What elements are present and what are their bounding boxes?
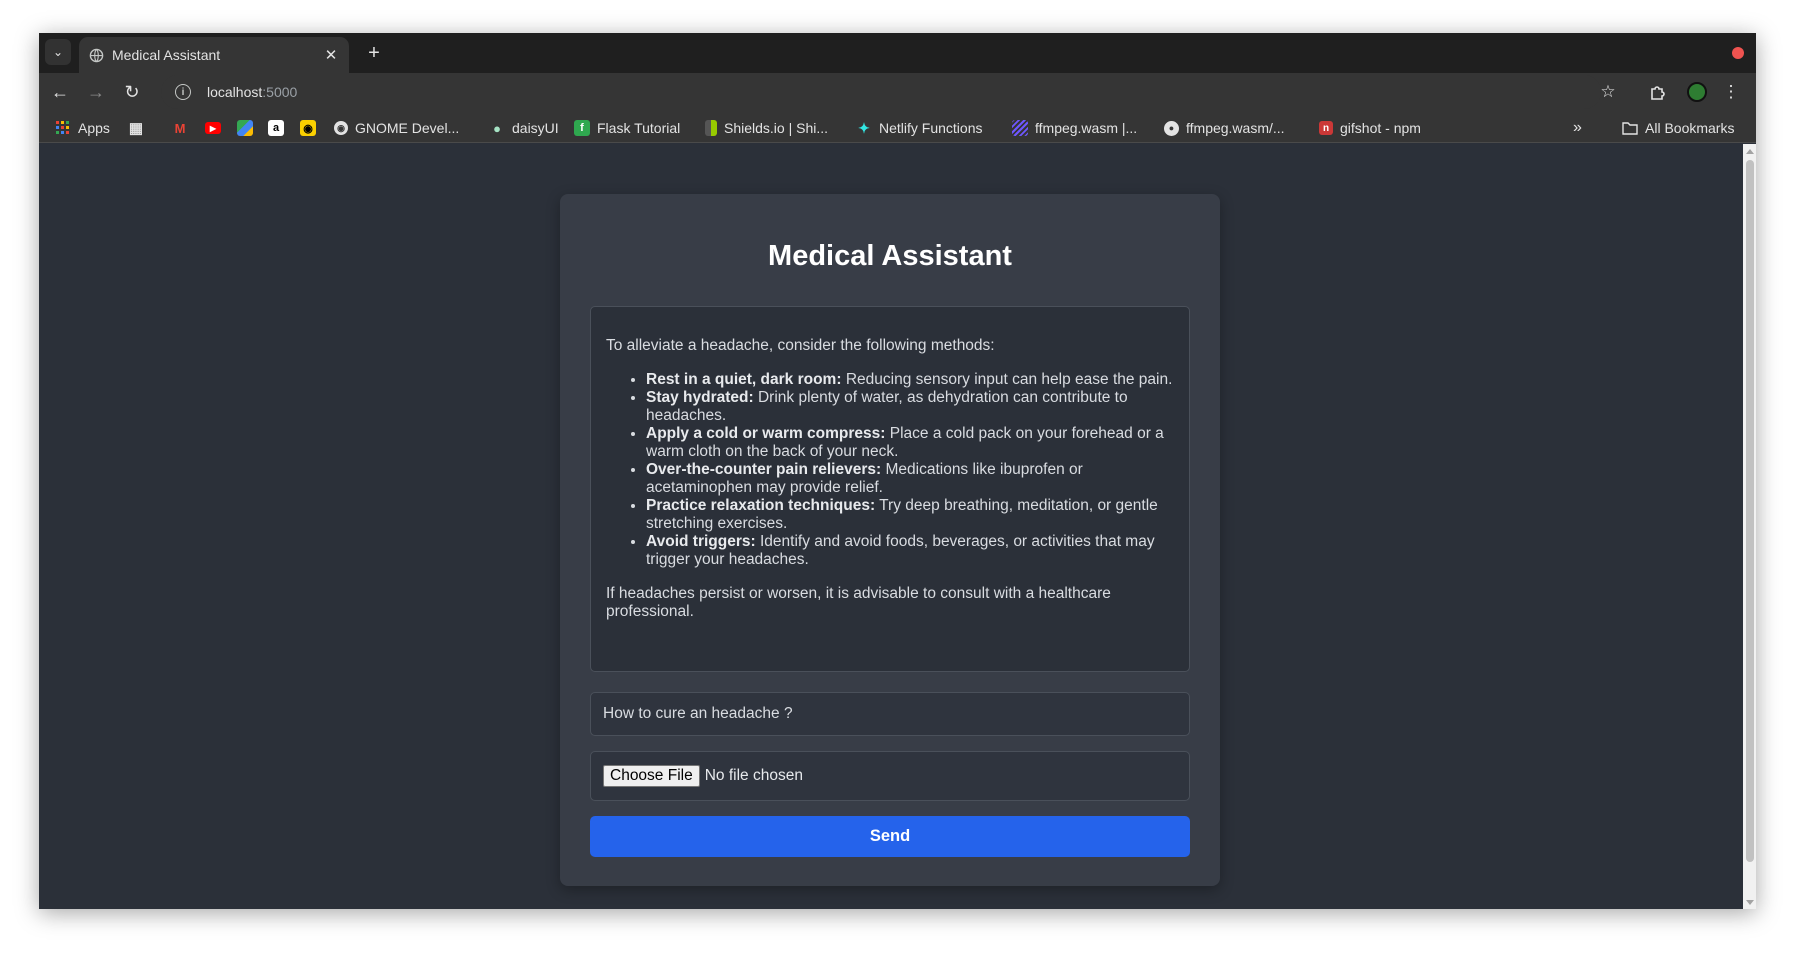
close-tab-icon[interactable]: ✕: [323, 46, 339, 64]
list-item: Apply a cold or warm compress: Place a c…: [646, 425, 1175, 461]
bookmark-flask[interactable]: f Flask Tutorial: [574, 117, 680, 139]
chat-card: Medical Assistant To alleviate a headach…: [560, 194, 1220, 886]
list-item: Over-the-counter pain relievers: Medicat…: [646, 461, 1175, 497]
forward-icon[interactable]: →: [81, 77, 111, 107]
back-icon[interactable]: ←: [45, 77, 75, 107]
choose-file-button[interactable]: Choose File: [603, 765, 700, 787]
list-item: Avoid triggers: Identify and avoid foods…: [646, 533, 1175, 569]
list-item-title: Rest in a quiet, dark room:: [646, 371, 842, 388]
response-list: Rest in a quiet, dark room: Reducing sen…: [631, 371, 1175, 569]
extensions-icon[interactable]: [1643, 77, 1673, 107]
scroll-up-arrow-icon[interactable]: [1746, 149, 1754, 154]
list-item-title: Apply a cold or warm compress:: [646, 425, 886, 442]
list-item: Practice relaxation techniques: Try deep…: [646, 497, 1175, 533]
all-bookmarks-label: All Bookmarks: [1645, 120, 1735, 136]
address-bar[interactable]: i localhost:5000: [161, 75, 1601, 109]
bookmark-apps[interactable]: Apps: [55, 117, 110, 139]
flask-icon: f: [574, 120, 590, 136]
bookmark-shields[interactable]: Shields.io | Shi...: [705, 117, 828, 139]
bookmark-daisyui[interactable]: ● daisyUI: [489, 117, 559, 139]
response-outro: If headaches persist or worsen, it is ad…: [606, 585, 1111, 620]
list-item: Stay hydrated: Drink plenty of water, as…: [646, 389, 1175, 425]
scroll-thumb[interactable]: [1746, 160, 1754, 862]
file-status: No file chosen: [704, 767, 803, 784]
gmail-icon: M: [174, 120, 186, 136]
bookmark-label: Flask Tutorial: [597, 120, 681, 136]
list-item: Rest in a quiet, dark room: Reducing sen…: [646, 371, 1175, 389]
amazon-icon: a: [268, 120, 284, 136]
file-upload-field: Choose File No file chosen: [590, 751, 1190, 801]
github-icon: ●: [1164, 120, 1179, 136]
page-title: Medical Assistant: [768, 240, 1012, 272]
bookmark-gnome[interactable]: ◉ GNOME Devel...: [334, 117, 459, 139]
bookmark-app[interactable]: ◉: [300, 117, 323, 139]
bookmark-grid[interactable]: ▦: [128, 117, 151, 139]
tab-search-dropdown-icon[interactable]: ⌄: [45, 39, 71, 65]
list-item-title: Practice relaxation techniques:: [646, 497, 876, 514]
avatar-icon: [1687, 82, 1707, 102]
browser-toolbar: ← → ↻ i localhost:5000 ☆ ⋮: [39, 73, 1756, 111]
maps-icon: [237, 120, 253, 136]
list-item-title: Avoid triggers:: [646, 533, 756, 550]
bookmark-maps[interactable]: [237, 117, 260, 139]
puzzle-icon: [1651, 86, 1665, 100]
tab-title: Medical Assistant: [112, 47, 221, 63]
grid-icon: ▦: [128, 120, 144, 137]
netlify-icon: ✦: [858, 119, 870, 136]
shields-icon: [705, 120, 717, 136]
question-input[interactable]: [590, 692, 1190, 736]
apps-grid-icon: [55, 120, 71, 136]
tab-strip: ⌄ Medical Assistant ✕ +: [39, 33, 1756, 73]
bookmark-youtube[interactable]: ▶: [205, 117, 228, 139]
site-info-icon[interactable]: i: [175, 84, 191, 100]
bookmark-gmail[interactable]: M: [172, 117, 195, 139]
bookmark-netlify[interactable]: ✦ Netlify Functions: [856, 117, 982, 139]
folder-icon: [1622, 120, 1638, 136]
recording-indicator: [1732, 47, 1744, 59]
response-box: To alleviate a headache, consider the fo…: [590, 306, 1190, 672]
bookmark-gifshot[interactable]: n gifshot - npm: [1319, 117, 1421, 139]
scroll-down-arrow-icon[interactable]: [1746, 900, 1754, 905]
ffmpeg-icon: [1012, 120, 1028, 136]
url-port: :5000: [262, 84, 298, 100]
globe-icon: [89, 48, 104, 62]
daisyui-icon: ●: [493, 120, 501, 136]
list-item-text: Reducing sensory input can help ease the…: [841, 371, 1173, 388]
bookmarks-overflow-icon[interactable]: »: [1573, 117, 1582, 139]
bookmark-label: daisyUI: [512, 120, 559, 136]
menu-kebab-icon[interactable]: ⋮: [1716, 77, 1746, 107]
send-button[interactable]: Send: [590, 816, 1190, 857]
browser-window: ⌄ Medical Assistant ✕ + ← → ↻ i localhos…: [39, 33, 1756, 909]
bookmark-label: gifshot - npm: [1340, 120, 1421, 136]
list-item-title: Stay hydrated:: [646, 389, 754, 406]
page-scrollbar[interactable]: [1743, 144, 1756, 909]
npm-icon: n: [1319, 121, 1333, 135]
globe-icon: ◉: [334, 121, 348, 135]
profile-avatar[interactable]: [1682, 77, 1712, 107]
reload-icon[interactable]: ↻: [117, 77, 147, 107]
youtube-icon: ▶: [205, 122, 221, 134]
all-bookmarks[interactable]: All Bookmarks: [1622, 117, 1734, 139]
bookmark-label: Shields.io | Shi...: [724, 120, 829, 136]
new-tab-icon[interactable]: +: [361, 40, 387, 66]
bookmark-label: ffmpeg.wasm/...: [1186, 120, 1285, 136]
bookmark-amazon[interactable]: a: [268, 117, 291, 139]
bookmark-label: Netlify Functions: [879, 120, 983, 136]
bookmark-label: GNOME Devel...: [355, 120, 460, 136]
bookmarks-bar: Apps ▦ M ▶ a ◉ ◉ GNOME Devel... ● daisyU…: [39, 111, 1756, 143]
bookmark-label: ffmpeg.wasm |...: [1035, 120, 1138, 136]
bookmark-ffmpeg-github[interactable]: ● ffmpeg.wasm/...: [1164, 117, 1285, 139]
tab-medical-assistant[interactable]: Medical Assistant ✕: [79, 37, 349, 73]
list-item-title: Over-the-counter pain relievers:: [646, 461, 882, 478]
bookmark-label: Apps: [78, 120, 110, 136]
bookmark-ffmpeg-wasm[interactable]: ffmpeg.wasm |...: [1012, 117, 1137, 139]
app-icon: ◉: [300, 120, 316, 136]
page-content: Medical Assistant To alleviate a headach…: [39, 144, 1743, 909]
response-intro: To alleviate a headache, consider the fo…: [606, 337, 995, 354]
bookmark-star-icon[interactable]: ☆: [1593, 77, 1623, 107]
url-host: localhost: [207, 84, 263, 100]
